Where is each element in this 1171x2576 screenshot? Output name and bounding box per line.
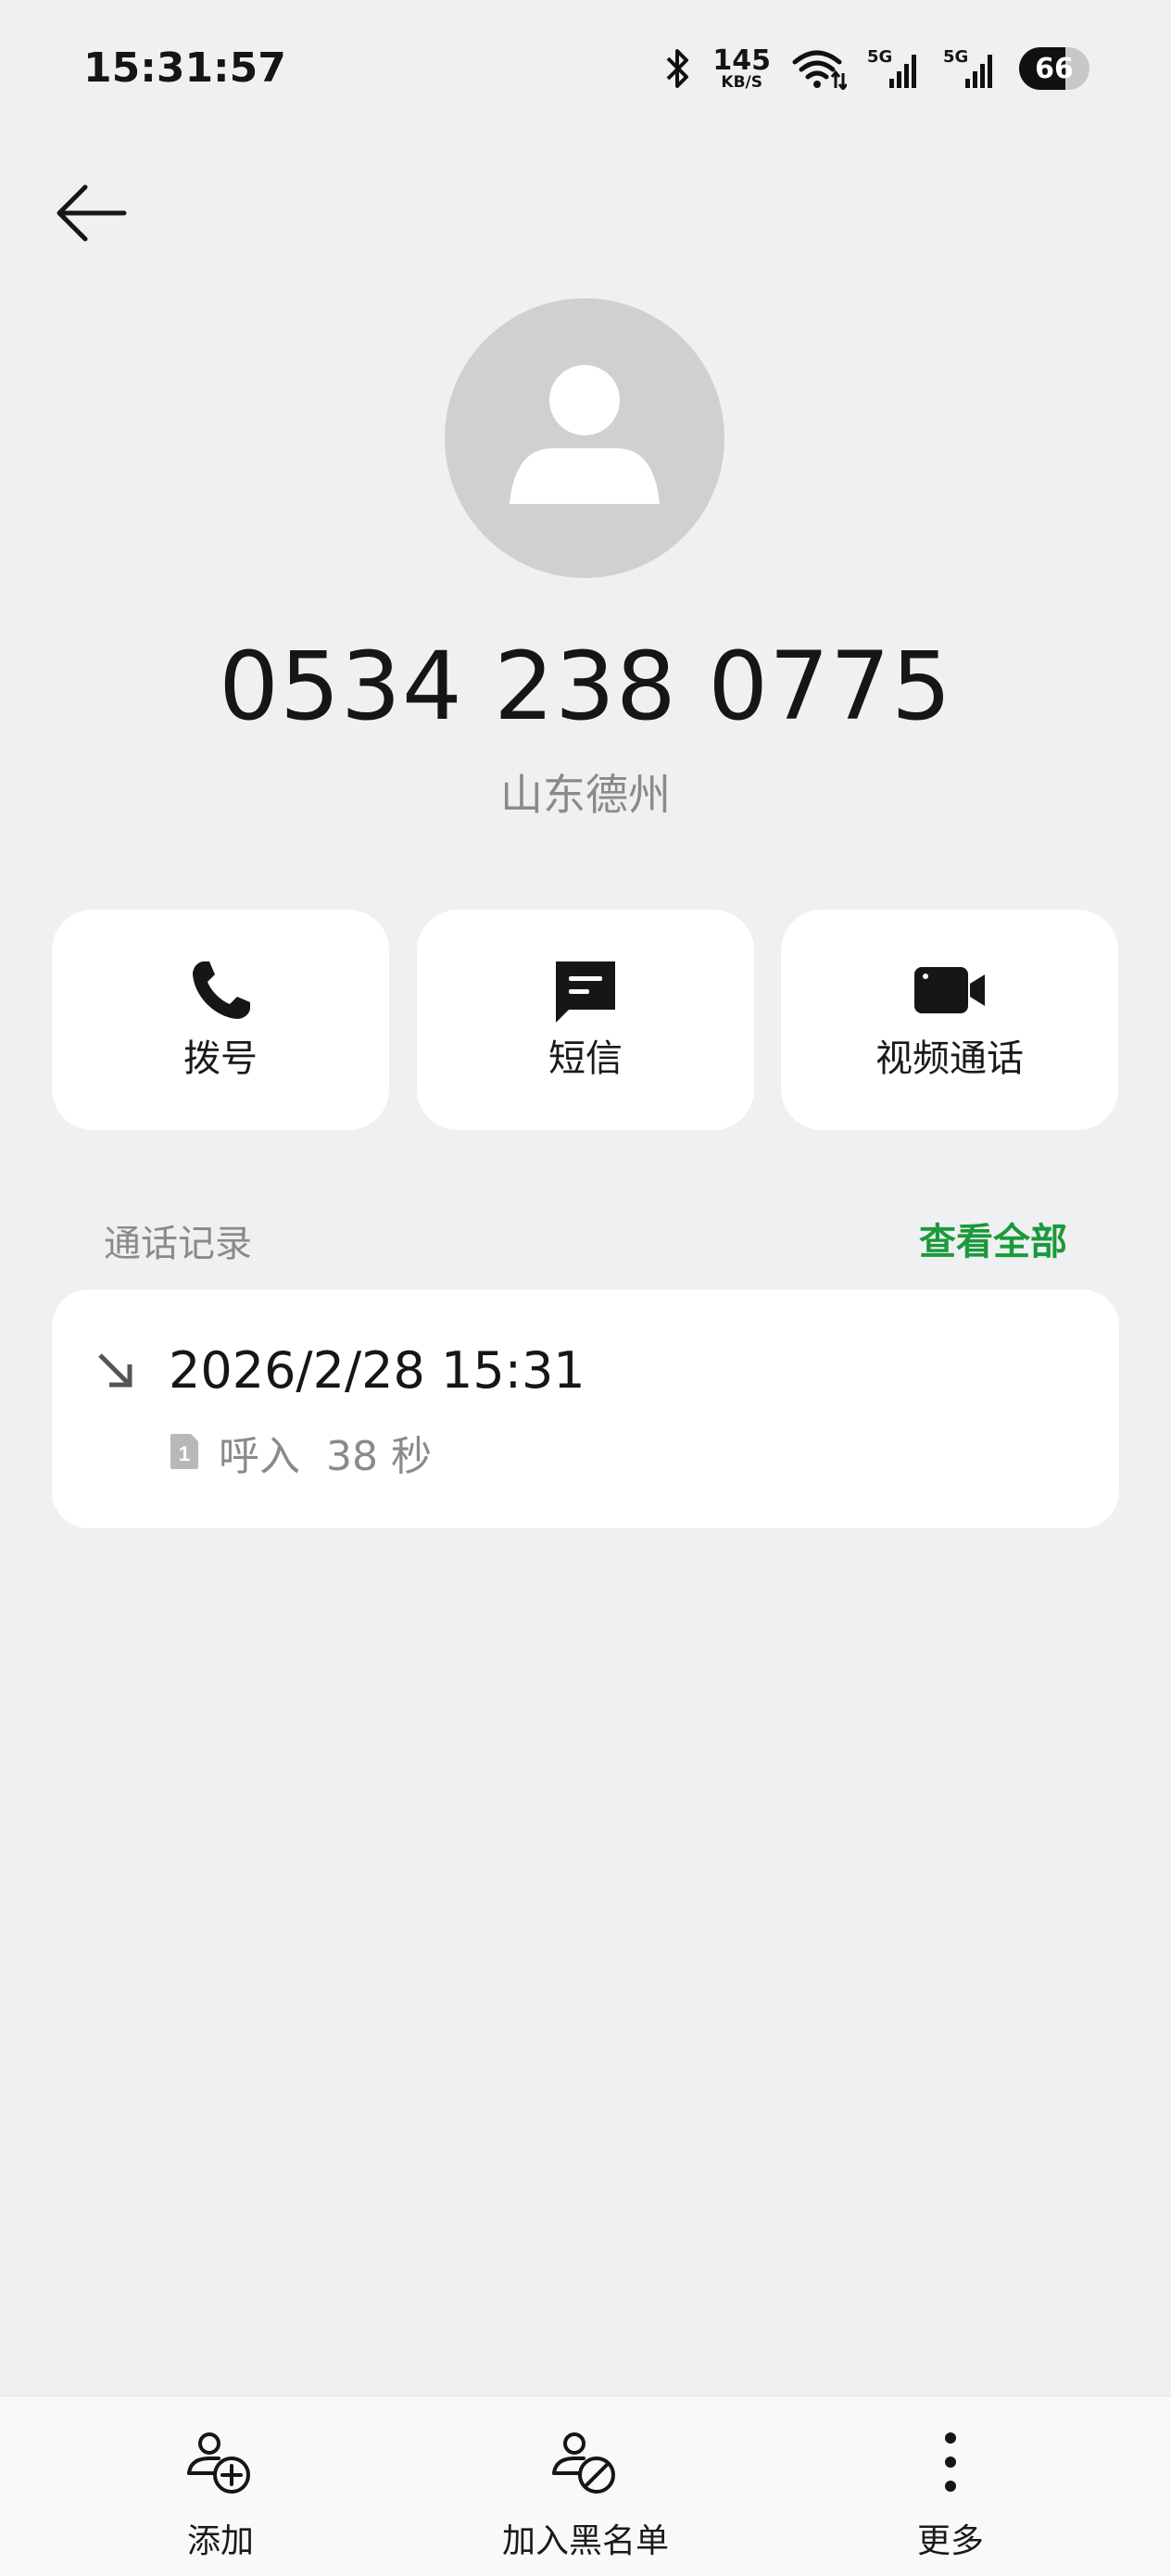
status-icons: 145 KB/S 5G 5G 66 [664, 41, 1089, 96]
sms-label: 短信 [548, 1037, 623, 1080]
video-camera-icon [914, 967, 985, 1013]
arrow-left-icon [57, 184, 127, 242]
message-icon [556, 961, 615, 1023]
net-speed-unit: KB/S [721, 72, 762, 92]
avatar [445, 298, 724, 578]
bluetooth-icon [666, 49, 689, 88]
dial-label: 拨号 [183, 1037, 258, 1080]
call-log-detail: 呼入 38 秒 [219, 1433, 432, 1480]
call-log-time: 2026/2/28 15:31 [169, 1341, 586, 1400]
block-contact-label: 加入黑名单 [501, 2522, 669, 2560]
add-contact-icon [187, 2432, 250, 2494]
person-icon [510, 365, 660, 504]
net-speed: 145 KB/S [712, 44, 771, 92]
battery-level: 66 [1035, 52, 1074, 85]
dial-button[interactable]: 拨号 [52, 910, 389, 1130]
signal-icon: 5G [867, 45, 923, 92]
status-time: 15:31:57 [83, 44, 286, 92]
phone-location: 山东德州 [500, 770, 671, 820]
more-vertical-icon [945, 2432, 956, 2492]
video-call-button[interactable]: 视频通话 [781, 910, 1118, 1130]
sim-number: 1 [179, 1442, 190, 1465]
signal-icon: 5G [943, 45, 999, 92]
see-all-link[interactable]: 查看全部 [919, 1212, 1067, 1265]
sim-card-icon: 1 [170, 1434, 198, 1469]
more-label: 更多 [916, 2522, 984, 2560]
back-button[interactable] [52, 176, 135, 250]
call-log-entry[interactable] [52, 1289, 1119, 1528]
sms-button[interactable]: 短信 [417, 910, 754, 1130]
block-contact-icon [552, 2432, 615, 2494]
call-log-title: 通话记录 [104, 1223, 252, 1265]
video-call-label: 视频通话 [875, 1037, 1024, 1080]
net-speed-value: 145 [712, 44, 771, 77]
more-button[interactable]: 更多 [821, 2425, 1080, 2564]
add-contact-label: 添加 [186, 2522, 254, 2560]
wifi-icon [792, 50, 847, 90]
phone-icon [193, 961, 250, 1019]
add-contact-button[interactable]: 添加 [91, 2425, 350, 2564]
incoming-arrow-icon [98, 1353, 132, 1388]
phone-number: 0534 238 0775 [219, 632, 952, 742]
battery-icon: 66 [1019, 47, 1089, 90]
block-contact-button[interactable]: 加入黑名单 [456, 2425, 715, 2564]
